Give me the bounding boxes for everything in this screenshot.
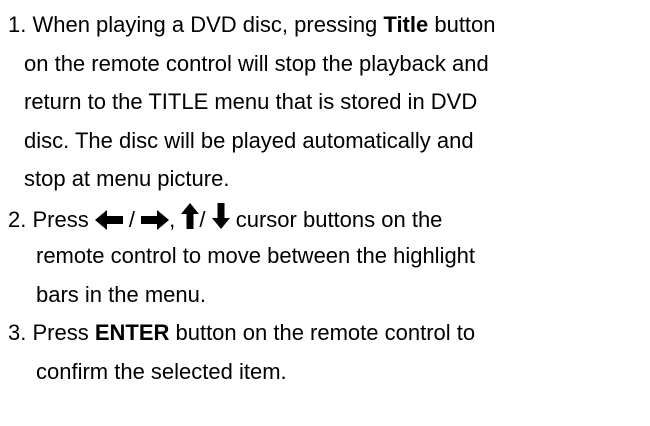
step1-line4: disc. The disc will be played automatica… xyxy=(24,128,474,153)
step1-line1: 1. When playing a DVD disc, pressing Tit… xyxy=(8,10,496,40)
step2-line3: bars in the menu. xyxy=(36,282,206,307)
title-button-label: Title xyxy=(383,12,429,37)
step2-text-suffix: cursor buttons on the xyxy=(229,207,443,232)
step2-separator-slash-2: / xyxy=(199,207,212,232)
step2-line1: 2. Press / , / cursor buttons on the xyxy=(8,203,442,235)
step3-line1: 3. Press ENTER button on the remote cont… xyxy=(8,318,475,348)
step3-text-prefix: 3. Press xyxy=(8,320,95,345)
step2-text-prefix: 2. Press xyxy=(8,207,95,232)
instruction-page: 1. When playing a DVD disc, pressing Tit… xyxy=(0,0,650,426)
step2-separator-comma: , xyxy=(169,207,182,232)
step1-text-suffix: button xyxy=(428,12,496,37)
step3-text-suffix: button on the remote control to xyxy=(169,320,476,345)
step3-line2: confirm the selected item. xyxy=(36,359,287,384)
down-arrow-icon xyxy=(211,203,230,229)
right-arrow-icon xyxy=(141,210,170,230)
up-arrow-icon xyxy=(181,203,200,229)
step2-line2: remote control to move between the highl… xyxy=(36,243,476,268)
left-arrow-icon xyxy=(94,210,123,230)
enter-button-label: ENTER xyxy=(94,320,170,345)
step1-text-prefix: 1. When playing a DVD disc, pressing xyxy=(8,12,384,37)
step1-line3: return to the TITLE menu that is stored … xyxy=(24,89,478,114)
step2-separator-slash: / xyxy=(122,207,142,232)
step1-line5: stop at menu picture. xyxy=(24,166,230,191)
step1-line2: on the remote control will stop the play… xyxy=(24,51,489,76)
